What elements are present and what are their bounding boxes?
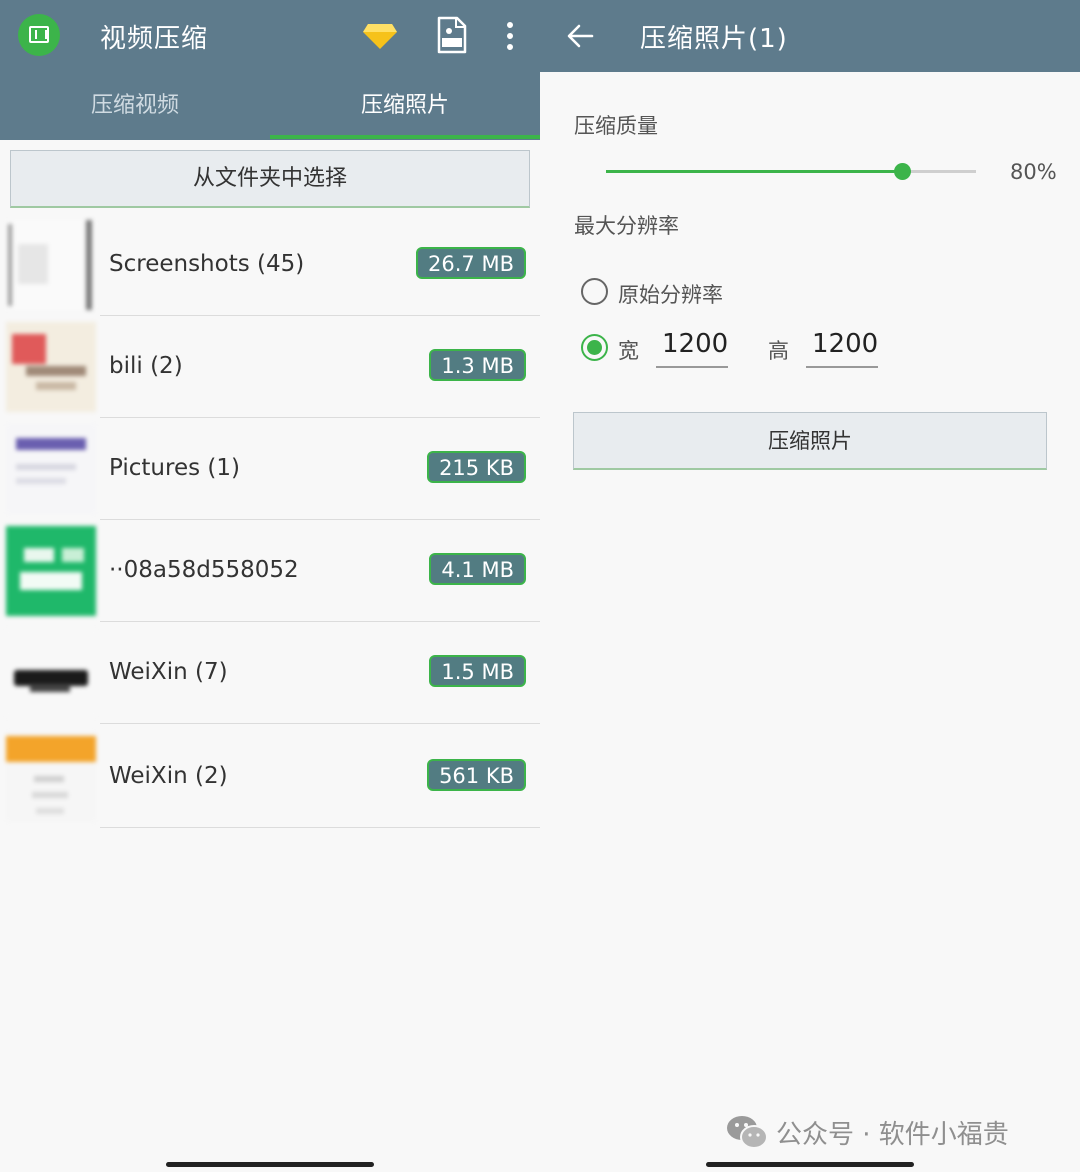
app-logo-icon — [18, 14, 60, 56]
width-label: 宽 — [618, 339, 639, 363]
quality-slider[interactable] — [606, 163, 976, 180]
folder-name: WeiXin (7) — [109, 659, 228, 685]
watermark-text: 公众号 · 软件小福贵 — [776, 1120, 1009, 1150]
folder-name: Pictures (1) — [109, 455, 240, 481]
folder-size-badge: 26.7 MB — [416, 247, 526, 279]
wechat-icon — [727, 1116, 768, 1149]
folder-name: ··08a58d558052 — [109, 557, 299, 583]
folder-size-badge: 4.1 MB — [429, 553, 526, 585]
tab-compress-photo[interactable]: 压缩照片 — [270, 72, 540, 140]
back-arrow-icon[interactable] — [566, 22, 594, 50]
divider — [100, 723, 540, 724]
folder-item[interactable]: WeiXin (2) 561 KB — [0, 726, 540, 828]
width-input[interactable]: 1200 — [656, 324, 728, 368]
left-home-indicator — [166, 1162, 374, 1167]
folder-size-badge: 561 KB — [427, 759, 526, 791]
more-vert-icon[interactable] — [500, 20, 520, 52]
tab-indicator — [270, 135, 540, 139]
folder-name: Screenshots (45) — [109, 251, 305, 277]
folder-name: bili (2) — [109, 353, 183, 379]
folder-item[interactable]: ··08a58d558052 4.1 MB — [0, 520, 540, 622]
diamond-icon[interactable] — [362, 22, 398, 50]
folder-size-badge: 1.3 MB — [429, 349, 526, 381]
right-screen: 压缩质量 80% 最大分辨率 原始分辨率 宽 1200 高 1200 压缩照片 — [540, 72, 1080, 1172]
folder-size-badge: 1.5 MB — [429, 655, 526, 687]
folder-thumbnail — [6, 732, 96, 822]
quality-value: 80% — [1010, 160, 1057, 184]
folder-item[interactable]: WeiXin (7) 1.5 MB — [0, 622, 540, 724]
height-input[interactable]: 1200 — [806, 324, 878, 368]
select-from-folder-button[interactable]: 从文件夹中选择 — [10, 150, 530, 208]
radio-custom-resolution[interactable] — [581, 334, 608, 361]
compress-photo-button[interactable]: 压缩照片 — [573, 412, 1047, 470]
max-resolution-label: 最大分辨率 — [574, 214, 679, 238]
folder-item[interactable]: Pictures (1) 215 KB — [0, 418, 540, 520]
tab-bar: 压缩视频 压缩照片 — [0, 72, 540, 140]
left-app-bar: 视频压缩 — [0, 0, 540, 72]
mp3-file-icon[interactable] — [436, 16, 468, 54]
folder-thumbnail — [6, 322, 96, 412]
folder-thumbnail — [6, 424, 96, 514]
folder-thumbnail — [6, 220, 96, 310]
slider-thumb[interactable] — [894, 163, 911, 180]
right-app-bar: 压缩照片(1) — [540, 0, 1080, 72]
radio-original-resolution[interactable] — [581, 278, 608, 305]
slider-fill — [606, 170, 902, 173]
quality-label: 压缩质量 — [574, 114, 658, 138]
folder-item[interactable]: Screenshots (45) 26.7 MB — [0, 214, 540, 316]
left-screen: 视频压缩 压缩视频 压缩照片 从文件夹中选择 Screenshots (45) … — [0, 0, 540, 1172]
right-home-indicator — [706, 1162, 914, 1167]
folder-size-badge: 215 KB — [427, 451, 526, 483]
original-resolution-label[interactable]: 原始分辨率 — [618, 279, 723, 309]
height-label: 高 — [768, 339, 789, 363]
page-title: 压缩照片(1) — [640, 24, 788, 54]
folder-name: WeiXin (2) — [109, 763, 228, 789]
tab-compress-video[interactable]: 压缩视频 — [0, 72, 270, 140]
app-title: 视频压缩 — [100, 24, 209, 54]
folder-thumbnail — [6, 628, 96, 718]
folder-thumbnail — [6, 526, 96, 616]
divider — [100, 827, 540, 828]
folder-item[interactable]: bili (2) 1.3 MB — [0, 316, 540, 418]
